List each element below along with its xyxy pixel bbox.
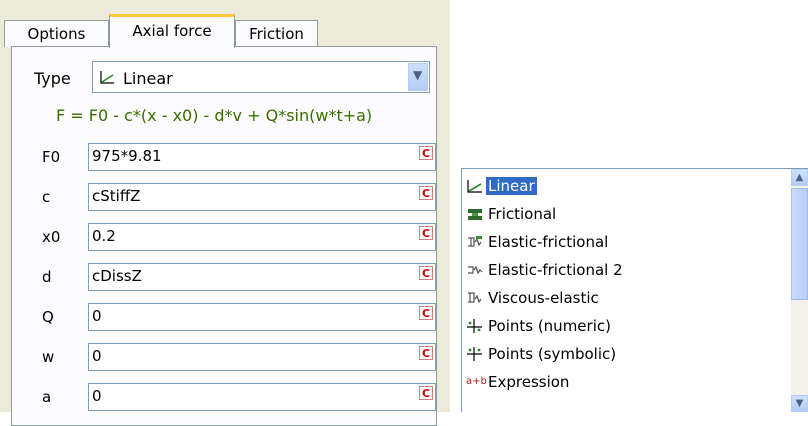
type-select[interactable]: Linear ▼ (92, 61, 430, 93)
points-symbolic-icon (467, 347, 482, 361)
linear-icon (100, 71, 114, 84)
scroll-up-icon[interactable]: ▲ (791, 169, 808, 186)
properties-panel: Options Axial force Friction Type Linear… (0, 0, 450, 426)
param-label-d: d (42, 268, 52, 286)
elastic-frictional-2-icon (468, 265, 483, 275)
param-label-w: w (42, 348, 55, 366)
param-value: 975*9.81 (92, 147, 162, 165)
param-input-x0[interactable]: 0.2 C (88, 223, 436, 251)
constant-badge-icon[interactable]: C (419, 226, 433, 240)
scroll-down-icon[interactable]: ▼ (791, 395, 808, 412)
points-numeric-icon (467, 319, 482, 333)
dropdown-item-label: Viscous-elastic (488, 289, 599, 307)
type-dropdown-list: Linear Frictional Elastic-frictional Ela… (461, 168, 808, 412)
scroll-thumb[interactable] (791, 188, 808, 300)
elastic-frictional-icon (468, 236, 482, 247)
dropdown-item-label: Elastic-frictional (488, 233, 609, 251)
constant-badge-icon[interactable]: C (419, 346, 433, 360)
type-label: Type (34, 69, 71, 88)
tab-options[interactable]: Options (4, 20, 109, 47)
param-input-q[interactable]: 0 C (88, 303, 436, 331)
constant-badge-icon[interactable]: C (419, 306, 433, 320)
linear-icon (467, 180, 482, 193)
type-select-value: Linear (123, 69, 173, 88)
type-dropdown-button[interactable]: ▼ (408, 63, 428, 91)
dropdown-item-label: Linear (486, 177, 537, 195)
param-input-w[interactable]: 0 C (88, 343, 436, 371)
param-value: cDissZ (92, 267, 142, 285)
param-label-f0: F0 (42, 148, 61, 166)
param-input-f0[interactable]: 975*9.81 C (88, 143, 436, 171)
tab-friction[interactable]: Friction (235, 20, 318, 47)
dropdown-scrollbar[interactable]: ▲ ▼ (791, 169, 808, 412)
constant-badge-icon[interactable]: C (419, 146, 433, 160)
param-value: 0.2 (92, 227, 116, 245)
force-formula: F = F0 - c*(x - x0) - d*v + Q*sin(w*t+a) (56, 106, 373, 125)
param-label-q: Q (42, 308, 54, 326)
dropdown-item-label: Frictional (488, 205, 557, 223)
tab-axial-force[interactable]: Axial force (109, 14, 235, 48)
frictional-icon (468, 209, 482, 220)
param-label-x0: x0 (42, 228, 61, 246)
viscous-elastic-icon (468, 292, 482, 304)
dropdown-item-label: Points (symbolic) (488, 345, 617, 363)
param-input-d[interactable]: cDissZ C (88, 263, 436, 291)
chevron-down-icon: ▼ (413, 68, 423, 82)
param-value: 0 (92, 387, 102, 405)
expression-icon: a+b (466, 376, 487, 387)
param-label-a: a (42, 388, 52, 406)
constant-badge-icon[interactable]: C (419, 186, 433, 200)
param-value: cStiffZ (92, 187, 141, 205)
param-label-c: c (42, 188, 51, 206)
param-value: 0 (92, 307, 102, 325)
param-value: 0 (92, 347, 102, 365)
axial-force-page: Type Linear ▼ F = F0 - c*(x - x0) - d*v … (11, 46, 437, 426)
constant-badge-icon[interactable]: C (419, 386, 433, 400)
param-input-c[interactable]: cStiffZ C (88, 183, 436, 211)
dropdown-item-label: Expression (488, 373, 570, 391)
param-input-a[interactable]: 0 C (88, 383, 436, 411)
constant-badge-icon[interactable]: C (419, 266, 433, 280)
dropdown-item-label: Elastic-frictional 2 (488, 261, 623, 279)
dropdown-item-label: Points (numeric) (488, 317, 611, 335)
